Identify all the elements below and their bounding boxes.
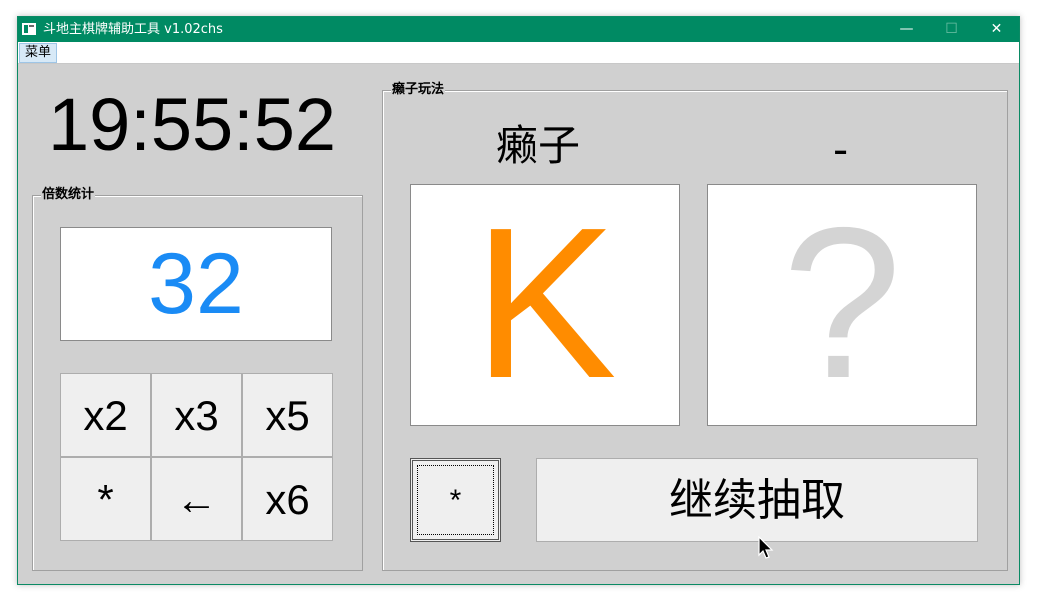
laizi-group-label: 癞子玩法 [391, 81, 446, 99]
minimize-button[interactable]: — [884, 17, 929, 42]
app-icon [22, 23, 36, 35]
title-bar[interactable]: 斗地主棋牌辅助工具 v1.02chs — ☐ ✕ [18, 17, 1019, 42]
x2-button[interactable]: x2 [60, 373, 151, 457]
multiplier-group: 倍数统计 32 x2 x3 x5 * ← x6 [32, 186, 363, 571]
close-button[interactable]: ✕ [974, 17, 1019, 42]
x6-button[interactable]: x6 [242, 457, 333, 541]
back-arrow-button[interactable]: ← [151, 457, 242, 541]
mouse-pointer-icon [758, 536, 774, 559]
maximize-button[interactable]: ☐ [929, 17, 974, 42]
x5-button[interactable]: x5 [242, 373, 333, 457]
laizi-title: 癞子 [496, 121, 581, 170]
menu-bar: 菜单 [18, 42, 1019, 64]
unknown-card: ? [707, 184, 977, 426]
window-title: 斗地主棋牌辅助工具 v1.02chs [43, 22, 223, 37]
star-button[interactable]: * [60, 457, 151, 541]
laizi-card-rank: K [473, 182, 617, 423]
laizi-star-button[interactable]: * [410, 458, 501, 542]
multiplier-group-label: 倍数统计 [41, 186, 96, 204]
unknown-card-symbol: ? [782, 182, 902, 423]
app-window: 斗地主棋牌辅助工具 v1.02chs — ☐ ✕ 菜单 19:55:52 倍数统… [17, 16, 1020, 585]
x3-button[interactable]: x3 [151, 373, 242, 457]
menu-item-menu[interactable]: 菜单 [19, 43, 58, 63]
multiplier-value: 32 [60, 227, 332, 341]
continue-draw-button[interactable]: 继续抽取 [536, 458, 978, 542]
clock-display: 19:55:52 [48, 83, 337, 166]
laizi-group: 癞子玩法 癞子 - K ? * 继续抽取 [382, 81, 1008, 571]
laizi-card: K [410, 184, 680, 426]
right-title: - [833, 125, 849, 174]
